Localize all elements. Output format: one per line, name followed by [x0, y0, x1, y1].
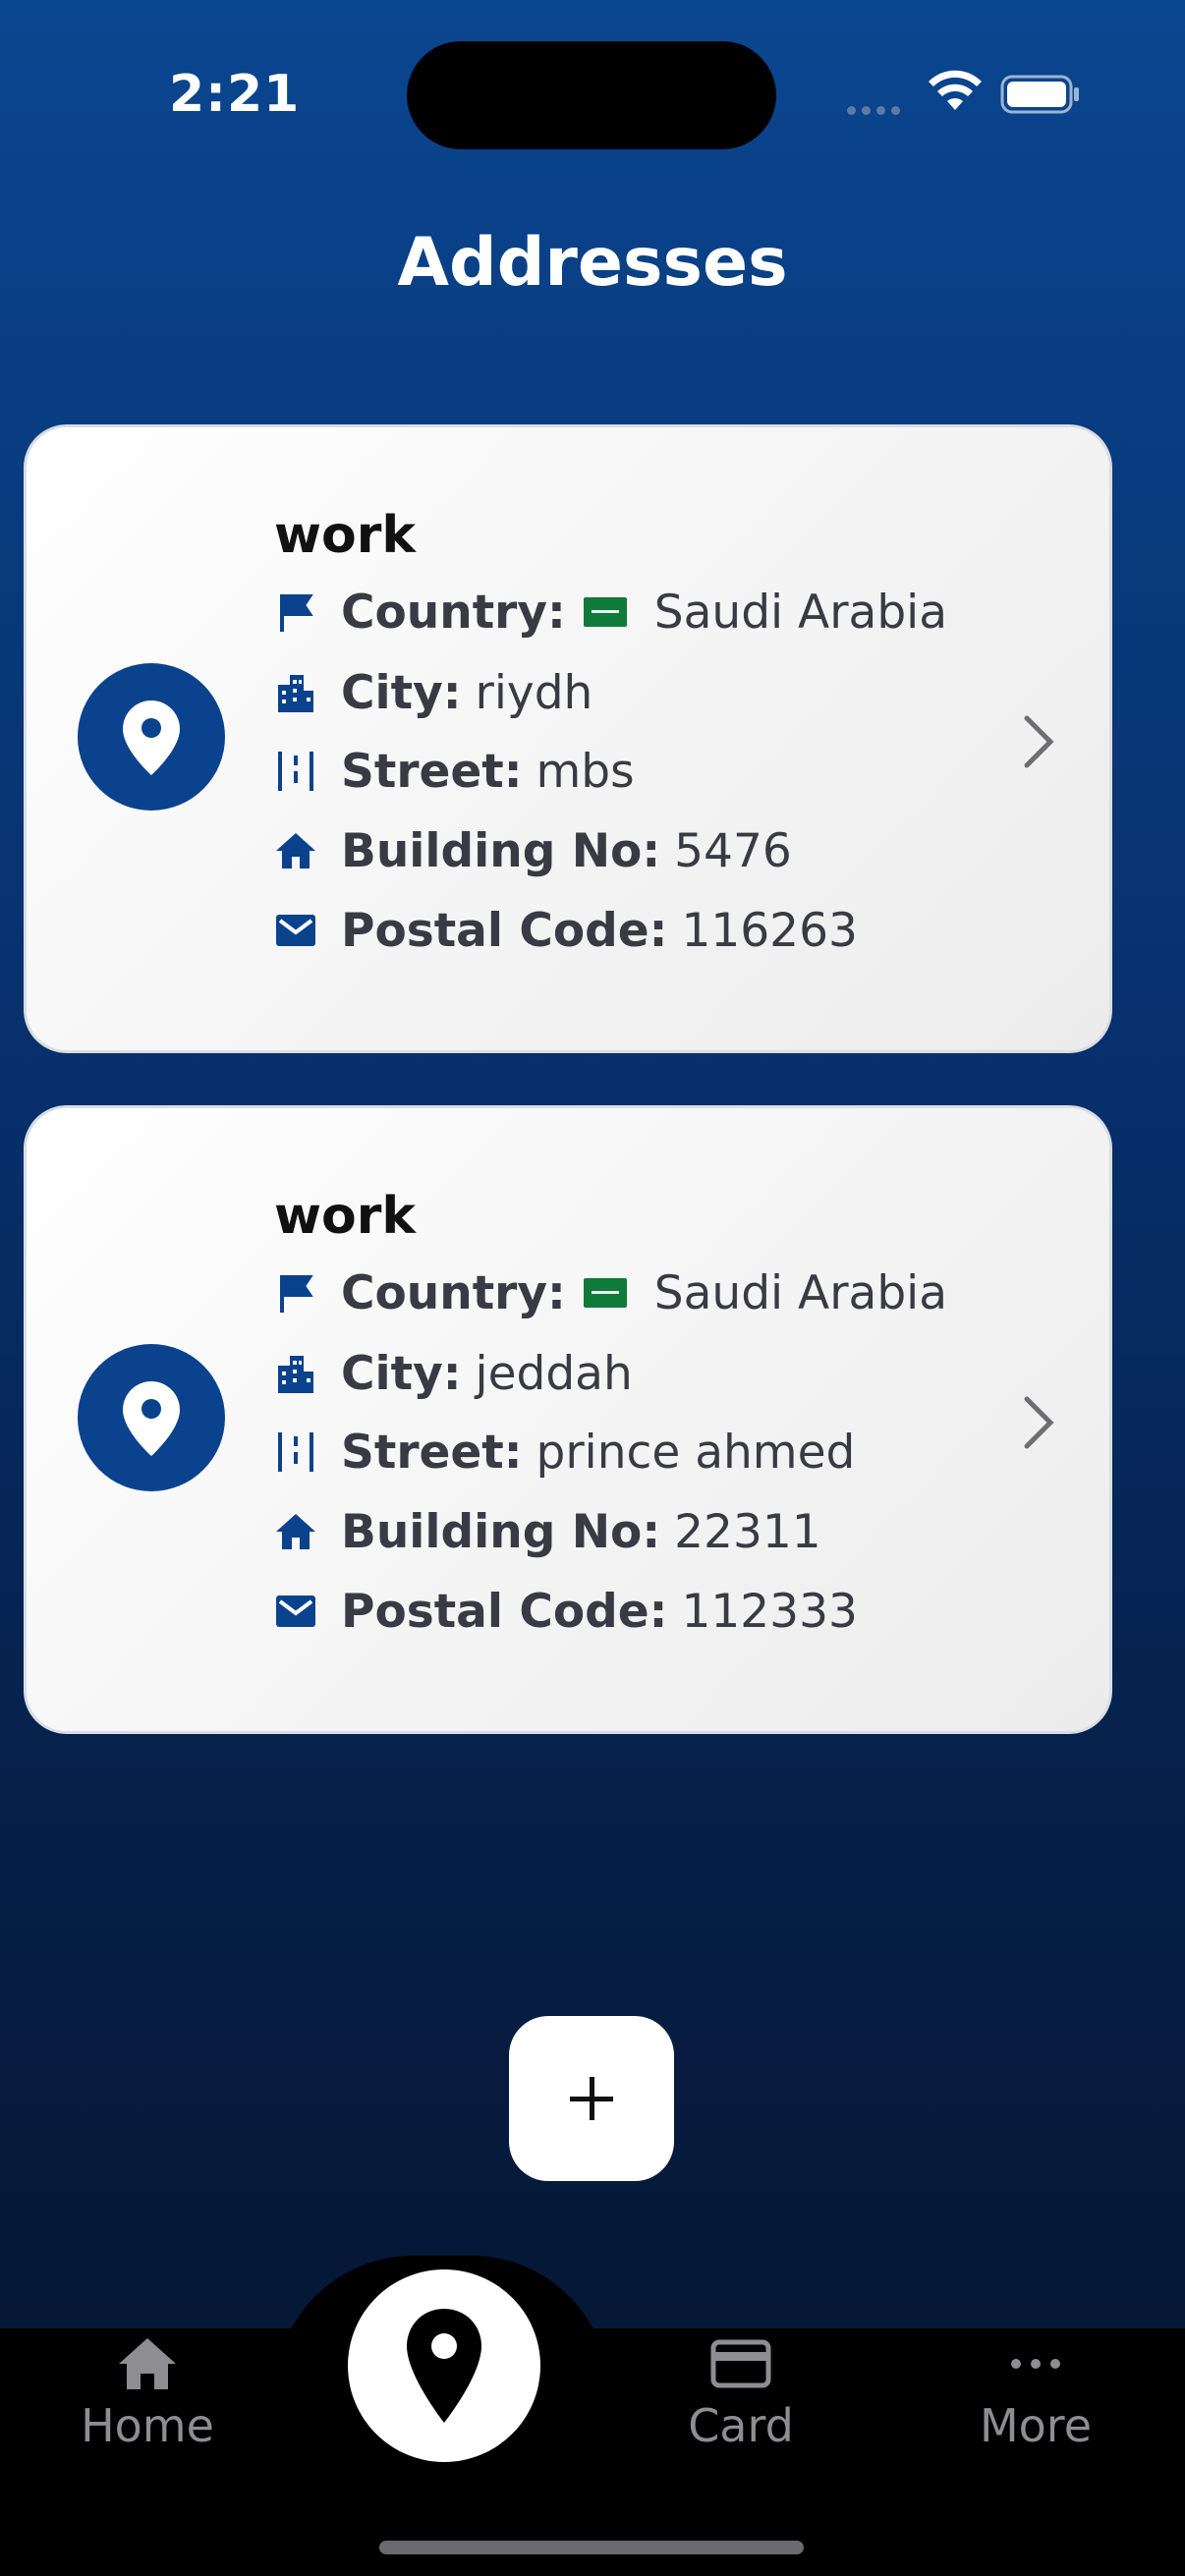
- building-value: 5476: [674, 823, 792, 878]
- location-pin-icon: [123, 700, 180, 775]
- city-label: City:: [341, 1346, 462, 1401]
- tab-more[interactable]: More: [928, 2336, 1144, 2452]
- address-name: work: [274, 506, 416, 565]
- battery-icon: [1000, 75, 1079, 114]
- tab-card[interactable]: Card: [633, 2336, 849, 2452]
- tab-addresses[interactable]: [348, 2269, 540, 2462]
- chevron-right-icon[interactable]: [1019, 712, 1058, 771]
- chevron-right-icon[interactable]: [1019, 1393, 1058, 1452]
- location-pin-icon: [123, 1381, 180, 1456]
- building-label: Building No:: [341, 823, 661, 878]
- country-label: Country:: [341, 585, 566, 640]
- country-row: Country: Saudi Arabia: [274, 581, 947, 644]
- home-icon: [276, 833, 315, 868]
- road-icon: [278, 1432, 313, 1472]
- postal-label: Postal Code:: [341, 903, 668, 958]
- mail-icon: [276, 915, 315, 946]
- postal-row: Postal Code: 112333: [274, 1580, 858, 1643]
- street-value: mbs: [536, 744, 635, 799]
- city-label: City:: [341, 665, 462, 720]
- country-value: Saudi Arabia: [653, 585, 948, 640]
- country-label: Country:: [341, 1265, 566, 1320]
- road-icon: [278, 752, 313, 791]
- city-row: City: jeddah: [274, 1342, 633, 1405]
- building-row: Building No: 5476: [274, 819, 792, 882]
- country-value: Saudi Arabia: [653, 1265, 948, 1320]
- city-value: riydh: [475, 665, 593, 720]
- add-address-button[interactable]: [509, 2016, 674, 2181]
- credit-card-icon: [710, 2339, 771, 2388]
- flag-icon: [280, 594, 313, 632]
- address-pin-badge: [78, 1344, 225, 1491]
- tab-card-label: Card: [688, 2399, 794, 2452]
- city-buildings-icon: [278, 675, 313, 712]
- city-row: City: riydh: [274, 661, 592, 724]
- street-value: prince ahmed: [536, 1425, 856, 1480]
- street-row: Street: prince ahmed: [274, 1421, 855, 1484]
- country-row: Country: Saudi Arabia: [274, 1261, 947, 1324]
- mail-icon: [276, 1596, 315, 1627]
- more-dots-icon: [1011, 2359, 1060, 2369]
- building-row: Building No: 22311: [274, 1500, 821, 1563]
- address-pin-badge: [78, 663, 225, 811]
- street-label: Street:: [341, 744, 523, 799]
- street-row: Street: mbs: [274, 740, 635, 803]
- postal-row: Postal Code: 116263: [274, 899, 858, 962]
- signal-icon: [847, 100, 906, 115]
- status-bar: 2:21: [0, 0, 1185, 196]
- building-label: Building No:: [341, 1504, 661, 1559]
- page-title: Addresses: [397, 224, 788, 302]
- address-name: work: [274, 1187, 416, 1246]
- wifi-icon: [929, 70, 982, 110]
- city-value: jeddah: [475, 1346, 633, 1401]
- street-label: Street:: [341, 1425, 523, 1480]
- tab-more-label: More: [979, 2399, 1093, 2452]
- home-indicator: [379, 2541, 804, 2554]
- postal-value: 116263: [681, 903, 858, 958]
- saudi-flag-icon: [583, 1278, 627, 1308]
- address-card[interactable]: work Country: Saudi Arabia City: jeddah …: [24, 1105, 1112, 1734]
- location-pin-icon: [407, 2309, 481, 2423]
- tab-home-label: Home: [81, 2399, 214, 2452]
- postal-label: Postal Code:: [341, 1584, 668, 1639]
- home-icon: [119, 2338, 176, 2389]
- dynamic-island: [407, 41, 776, 149]
- postal-value: 112333: [681, 1584, 858, 1639]
- home-icon: [276, 1514, 315, 1549]
- building-value: 22311: [674, 1504, 821, 1559]
- flag-icon: [280, 1275, 313, 1313]
- address-card[interactable]: work Country: Saudi Arabia City: riydh S…: [24, 424, 1112, 1053]
- tab-home[interactable]: Home: [39, 2336, 255, 2452]
- city-buildings-icon: [278, 1356, 313, 1393]
- saudi-flag-icon: [583, 597, 627, 627]
- status-time: 2:21: [169, 65, 301, 124]
